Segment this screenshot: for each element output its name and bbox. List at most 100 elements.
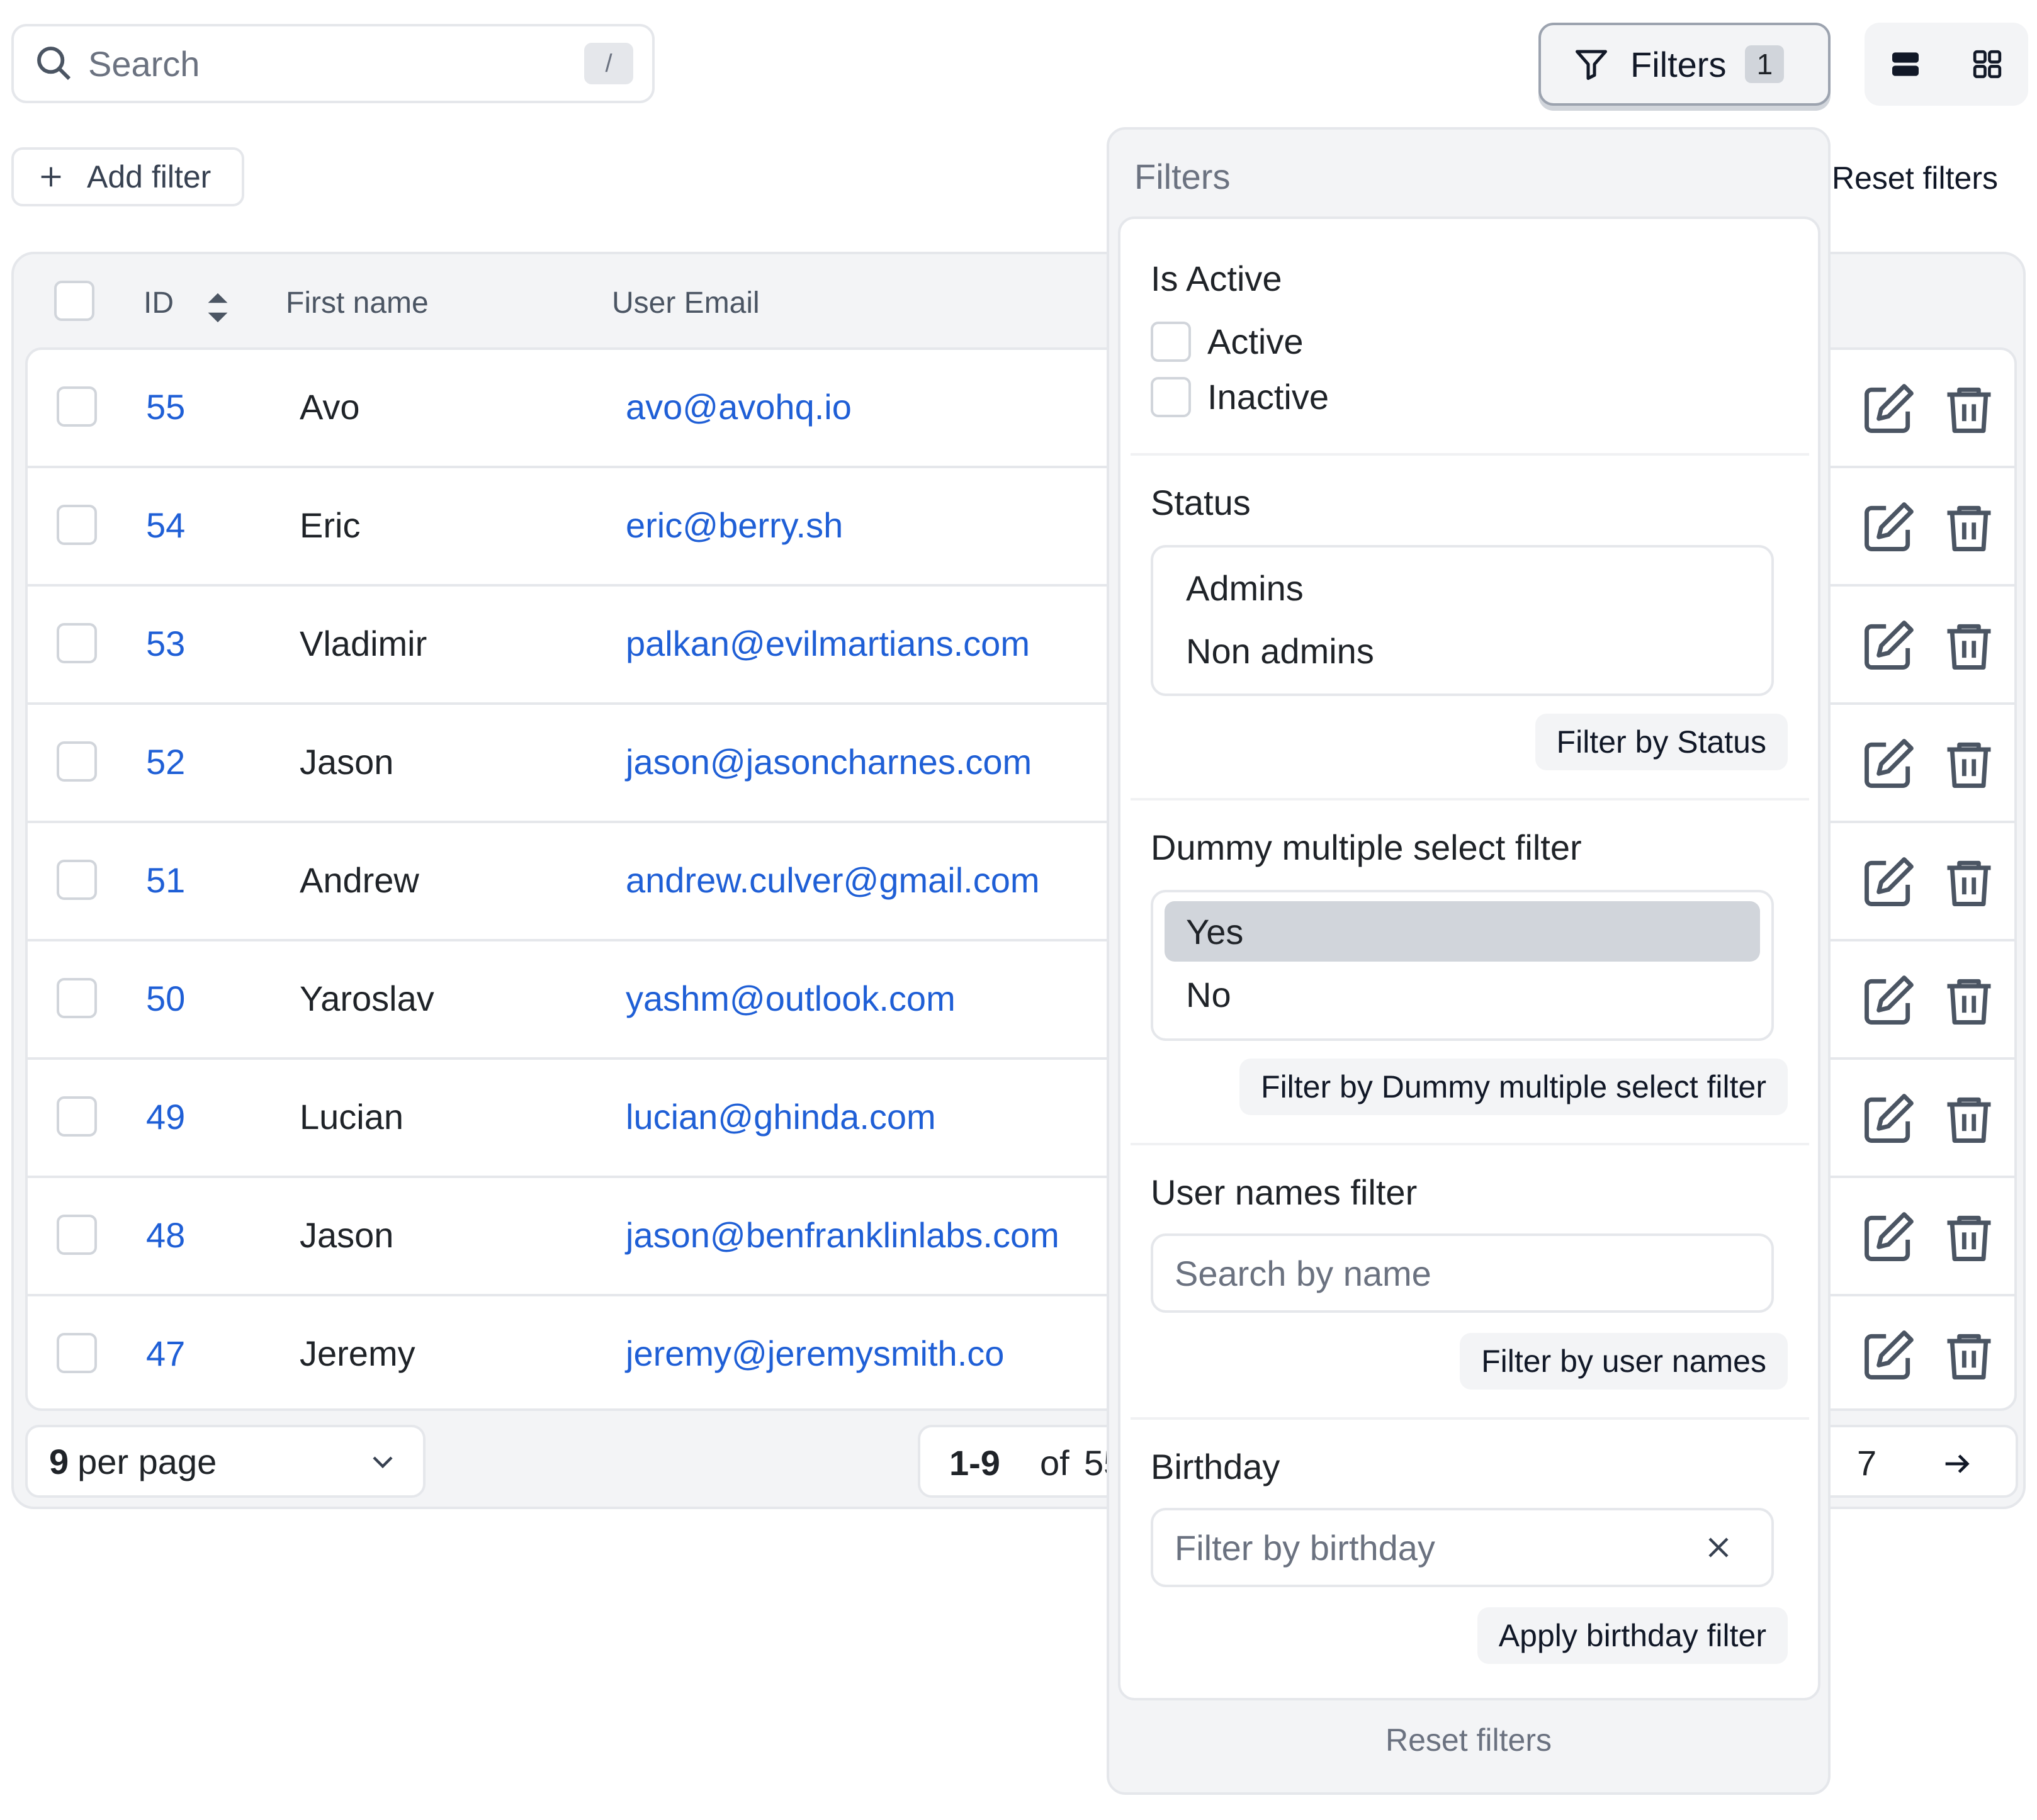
row-email-link[interactable]: yashm@outlook.com — [626, 978, 956, 1019]
row-id-link[interactable]: 54 — [146, 505, 185, 546]
apply-birthday-filter-button[interactable]: Apply birthday filter — [1477, 1607, 1788, 1664]
edit-icon[interactable] — [1859, 1090, 1917, 1148]
row-checkbox[interactable] — [57, 860, 97, 900]
search-shortcut-key: / — [584, 43, 633, 84]
trash-icon[interactable] — [1940, 972, 1998, 1030]
trash-icon[interactable] — [1940, 735, 1998, 793]
filter-birthday-title: Birthday — [1151, 1447, 1280, 1486]
edit-icon[interactable] — [1859, 1208, 1917, 1266]
row-checkbox[interactable] — [57, 978, 97, 1018]
filter-status-title: Status — [1151, 483, 1251, 522]
row-email-link[interactable]: jason@jasoncharnes.com — [626, 741, 1032, 782]
trash-icon[interactable] — [1940, 1208, 1998, 1266]
row-checkbox[interactable] — [57, 1215, 97, 1255]
arrow-right-icon[interactable] — [1940, 1447, 1973, 1480]
row-id-link[interactable]: 55 — [146, 386, 185, 427]
status-select[interactable]: Admins Non admins — [1151, 545, 1774, 696]
row-id-link[interactable]: 51 — [146, 860, 185, 901]
active-checkbox[interactable] — [1151, 321, 1191, 362]
search-placeholder: Search — [88, 43, 200, 84]
status-option-non-admins[interactable]: Non admins — [1165, 621, 1760, 681]
edit-icon[interactable] — [1859, 498, 1917, 556]
row-email-link[interactable]: eric@berry.sh — [626, 505, 843, 546]
dummy-multiselect[interactable]: Yes No — [1151, 890, 1774, 1041]
trash-icon[interactable] — [1940, 1090, 1998, 1148]
row-checkbox[interactable] — [57, 623, 97, 663]
edit-icon[interactable] — [1859, 735, 1917, 793]
trash-icon[interactable] — [1940, 498, 1998, 556]
edit-icon[interactable] — [1859, 380, 1917, 438]
funnel-icon — [1576, 50, 1607, 80]
dummy-option-yes[interactable]: Yes — [1165, 901, 1760, 962]
select-all-checkbox[interactable] — [54, 281, 94, 321]
filters-panel: Filters Is Active Active Inactive Status… — [1107, 127, 1831, 1795]
pagination-range: 1-9 — [949, 1443, 1000, 1483]
row-id-link[interactable]: 50 — [146, 978, 185, 1019]
filters-button[interactable]: Filters 1 — [1538, 23, 1831, 106]
filter-inactive-option[interactable]: Inactive — [1151, 376, 1329, 417]
edit-icon[interactable] — [1859, 617, 1917, 675]
trash-icon[interactable] — [1940, 1327, 1998, 1385]
row-first-name: Vladimir — [300, 624, 427, 663]
user-names-placeholder: Search by name — [1175, 1253, 1431, 1293]
edit-icon[interactable] — [1859, 853, 1917, 911]
filters-panel-body: Is Active Active Inactive Status Admins … — [1118, 216, 1820, 1700]
birthday-date-field[interactable]: Filter by birthday — [1151, 1508, 1774, 1587]
trash-icon[interactable] — [1940, 617, 1998, 675]
column-header-email: User Email — [612, 286, 760, 320]
close-icon[interactable] — [1703, 1532, 1734, 1563]
row-first-name: Eric — [300, 505, 361, 545]
dummy-option-no[interactable]: No — [1165, 964, 1760, 1025]
table-view-button[interactable] — [1865, 23, 1946, 106]
row-id-link[interactable]: 49 — [146, 1096, 185, 1137]
filter-user-names-title: User names filter — [1151, 1172, 1418, 1212]
row-first-name: Jeremy — [300, 1334, 415, 1373]
column-header-first-name: First name — [286, 286, 429, 320]
pagination-page-7[interactable]: 7 — [1857, 1442, 1876, 1483]
row-first-name: Andrew — [300, 860, 419, 900]
column-header-id[interactable]: ID — [144, 286, 174, 320]
row-id-link[interactable]: 52 — [146, 741, 185, 782]
reset-filters-link[interactable]: Reset filters — [1832, 160, 1998, 196]
plus-icon — [41, 167, 61, 187]
row-checkbox[interactable] — [57, 505, 97, 545]
user-names-search-field[interactable]: Search by name — [1151, 1233, 1774, 1313]
divider — [1131, 1417, 1809, 1420]
add-filter-button[interactable]: Add filter — [11, 147, 244, 206]
sort-icon[interactable] — [205, 291, 230, 325]
row-email-link[interactable]: lucian@ghinda.com — [626, 1096, 936, 1137]
row-email-link[interactable]: avo@avohq.io — [626, 386, 852, 427]
row-id-link[interactable]: 47 — [146, 1333, 185, 1374]
row-id-link[interactable]: 53 — [146, 623, 185, 664]
row-first-name: Yaroslav — [300, 979, 434, 1018]
edit-icon[interactable] — [1859, 972, 1917, 1030]
grid-view-button[interactable] — [1946, 23, 2028, 106]
panel-reset-filters-button[interactable]: Reset filters — [1109, 1722, 1828, 1758]
trash-icon[interactable] — [1940, 380, 1998, 438]
search-input[interactable]: Search / — [11, 24, 655, 103]
row-checkbox[interactable] — [57, 1333, 97, 1373]
row-email-link[interactable]: andrew.culver@gmail.com — [626, 860, 1040, 901]
status-option-admins[interactable]: Admins — [1165, 558, 1760, 618]
divider — [1131, 798, 1809, 800]
row-id-link[interactable]: 48 — [146, 1215, 185, 1255]
row-email-link[interactable]: jeremy@jeremysmith.co — [626, 1333, 1004, 1374]
edit-icon[interactable] — [1859, 1327, 1917, 1385]
filter-by-status-button[interactable]: Filter by Status — [1535, 714, 1788, 770]
row-checkbox[interactable] — [57, 386, 97, 427]
filters-button-label: Filters — [1630, 44, 1727, 84]
birthday-placeholder: Filter by birthday — [1175, 1527, 1435, 1568]
pagination-of: of — [1040, 1443, 1069, 1483]
row-email-link[interactable]: jason@benfranklinlabs.com — [626, 1215, 1059, 1255]
row-first-name: Jason — [300, 742, 394, 782]
per-page-select[interactable]: 9 per page — [25, 1425, 426, 1498]
row-email-link[interactable]: palkan@evilmartians.com — [626, 623, 1030, 664]
inactive-checkbox[interactable] — [1151, 376, 1191, 417]
row-checkbox[interactable] — [57, 1096, 97, 1137]
trash-icon[interactable] — [1940, 853, 1998, 911]
filter-active-option[interactable]: Active — [1151, 321, 1304, 362]
filter-by-user-names-button[interactable]: Filter by user names — [1460, 1333, 1788, 1390]
row-checkbox[interactable] — [57, 741, 97, 782]
row-first-name: Avo — [300, 387, 360, 427]
filter-by-dummy-button[interactable]: Filter by Dummy multiple select filter — [1239, 1059, 1788, 1115]
